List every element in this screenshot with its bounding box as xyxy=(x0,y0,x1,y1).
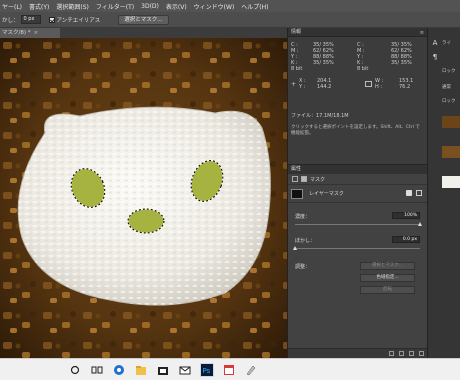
paragraph-icon[interactable]: ¶ xyxy=(430,52,440,62)
feather-prop-input[interactable]: 0.0 px xyxy=(392,236,420,243)
menu-bar: ヤー(L) 書式(Y) 選択範囲(S) フィルター(T) 3D(D) 表示(V)… xyxy=(0,0,460,12)
properties-panel-title: 属性 xyxy=(291,166,302,172)
store-icon[interactable] xyxy=(156,363,170,377)
info-y-coord-label: Y : xyxy=(299,84,306,90)
vector-mask-icon[interactable] xyxy=(301,176,307,182)
density-track xyxy=(295,224,420,225)
add-vector-mask-icon[interactable] xyxy=(416,190,422,196)
info-tool-description: クリックすると選択ポイントを設定します。Shift、Alt、Ctrl で機能拡張… xyxy=(291,125,420,136)
density-slider[interactable] xyxy=(418,222,422,226)
layer-thumbnail-2[interactable] xyxy=(442,146,460,158)
feather-label: かし： xyxy=(2,17,19,24)
trash-icon[interactable] xyxy=(419,351,424,356)
add-pixel-mask-icon[interactable] xyxy=(406,190,412,196)
character-icon[interactable]: A xyxy=(430,38,440,48)
info-y-coord-value: 144.2 xyxy=(317,84,332,90)
document-tab-title: マスク/8) * xyxy=(2,30,31,36)
calendar-icon[interactable] xyxy=(222,363,236,377)
svg-text:Ps: Ps xyxy=(203,367,211,375)
layer-thumbnail-3[interactable] xyxy=(442,176,460,188)
info-panel: C : 35/ 35% C : 35/ 35% M : 62/ 62% M : … xyxy=(288,37,427,137)
properties-panel: 属性 マスク レイヤーマスク 濃度： 100% ぼかし： 0.0 px 調整： … xyxy=(288,164,428,358)
info-h-value: 76.2 xyxy=(399,84,411,90)
file-explorer-icon[interactable] xyxy=(134,363,148,377)
feather-track xyxy=(295,248,420,249)
properties-mode-row: マスク xyxy=(288,174,428,185)
info-k-value: 35/ 35% xyxy=(313,60,334,66)
document-canvas[interactable] xyxy=(0,38,287,358)
document-tab[interactable]: マスク/8) * × xyxy=(0,28,60,38)
feather-control: ぼかし： 0.0 px xyxy=(288,233,428,257)
adjust-label: 調整： xyxy=(295,264,311,270)
paint-icon[interactable] xyxy=(244,363,258,377)
windows-taskbar: Ps xyxy=(0,358,460,380)
tab-strip xyxy=(60,28,287,38)
info-bitdepth-2: 8 bit xyxy=(357,66,369,72)
visibility-icon[interactable] xyxy=(409,351,414,356)
pixel-mask-icon[interactable] xyxy=(292,176,298,182)
select-and-mask-button[interactable]: 選択とマスク... xyxy=(118,14,169,25)
crosshair-icon: + xyxy=(291,81,297,88)
density-label: 濃度： xyxy=(295,214,311,220)
antialias-checkbox[interactable] xyxy=(48,16,55,23)
density-control: 濃度： 100% xyxy=(288,209,428,233)
menu-help[interactable]: ヘルプ(H) xyxy=(241,2,268,11)
panel-column: 情報 ≡ C : 35/ 35% C : 35/ 35% M : 62/ 62%… xyxy=(287,28,428,358)
properties-panel-header[interactable]: 属性 xyxy=(288,165,428,174)
feather-input[interactable]: 0 px xyxy=(20,15,41,24)
selection-size-icon xyxy=(365,81,372,87)
menu-window[interactable]: ウィンドウ(W) xyxy=(194,2,235,11)
menu-3d[interactable]: 3D(D) xyxy=(141,3,159,10)
right-dock: A ¶ ライ ロック 通常 ロック xyxy=(427,28,460,358)
options-bar: かし： 0 px アンチエイリアス 選択とマスク... xyxy=(0,12,460,28)
dock-label-lock-2: ロック xyxy=(442,99,456,104)
info-bitdepth: 8 bit xyxy=(291,66,303,72)
feather-slider[interactable] xyxy=(293,246,297,250)
tab-close-icon[interactable]: × xyxy=(34,30,39,36)
properties-footer xyxy=(288,348,428,358)
density-input[interactable]: 100% xyxy=(392,212,420,219)
info-panel-header[interactable]: 情報 ≡ xyxy=(288,28,427,37)
photoshop-icon[interactable]: Ps xyxy=(200,363,214,377)
dock-label-layers: ライ xyxy=(442,41,451,46)
edge-icon[interactable] xyxy=(112,363,126,377)
feather-prop-label: ぼかし： xyxy=(295,238,316,244)
layer-mask-label: レイヤーマスク xyxy=(309,191,344,197)
load-selection-icon[interactable] xyxy=(389,351,394,356)
mail-icon[interactable] xyxy=(178,363,192,377)
layer-mask-thumbnail xyxy=(291,188,303,199)
menu-filter[interactable]: フィルター(T) xyxy=(96,2,134,11)
layer-thumbnail-1[interactable] xyxy=(442,116,460,128)
info-file-size: ファイル：17.1M/18.1M xyxy=(291,113,349,119)
info-k2-value: 35/ 35% xyxy=(391,60,412,66)
invert-button[interactable]: 反転 xyxy=(360,286,415,294)
dock-label-normal: 通常 xyxy=(442,85,451,90)
info-panel-title: 情報 xyxy=(291,29,302,35)
task-view-icon[interactable] xyxy=(90,363,104,377)
props-select-and-mask-button[interactable]: 選択とマスク... xyxy=(360,262,415,270)
antialias-label: アンチエイリアス xyxy=(56,17,101,24)
color-range-button[interactable]: 色域指定... xyxy=(360,274,415,282)
curry-rice-image xyxy=(0,38,287,358)
menu-select[interactable]: 選択範囲(S) xyxy=(56,2,89,11)
menu-type[interactable]: 書式(Y) xyxy=(29,2,49,11)
menu-layer[interactable]: ヤー(L) xyxy=(2,2,22,11)
mask-tab-label: マスク xyxy=(310,176,326,183)
dock-label-lock: ロック xyxy=(442,69,456,74)
layer-mask-row[interactable]: レイヤーマスク xyxy=(288,185,428,203)
info-h-label: H : xyxy=(375,84,383,90)
apply-mask-icon[interactable] xyxy=(399,351,404,356)
menu-view[interactable]: 表示(V) xyxy=(166,2,187,11)
nose-selection xyxy=(127,208,165,234)
search-icon[interactable] xyxy=(68,363,82,377)
